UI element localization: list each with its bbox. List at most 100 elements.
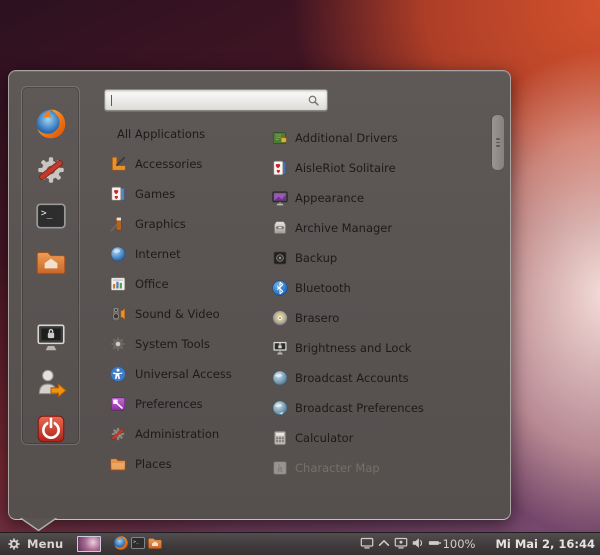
- menu-button-label: Menu: [27, 537, 64, 551]
- favorite-shutdown[interactable]: [33, 412, 69, 446]
- app-label: Bluetooth: [295, 281, 351, 295]
- bottom-panel: Menu >_ 100% Mi Mai 2, 16:44: [0, 532, 600, 555]
- category-label: Sound & Video: [135, 307, 220, 321]
- graphics-icon: [109, 215, 127, 233]
- category-preferences[interactable]: Preferences: [107, 389, 269, 419]
- preferences-icon: [109, 395, 127, 413]
- scrollbar-thumb[interactable]: [491, 114, 505, 171]
- category-label: Games: [135, 187, 176, 201]
- app-label: Brasero: [295, 311, 340, 325]
- favorite-home-folder[interactable]: [33, 245, 69, 279]
- chevron-up-icon: [377, 536, 391, 550]
- app-aisleriot-solitaire[interactable]: AisleRiot Solitaire: [269, 153, 495, 183]
- tray-battery[interactable]: [428, 536, 442, 553]
- category-games[interactable]: Games: [107, 179, 269, 209]
- tray-volume[interactable]: [411, 536, 425, 553]
- brightness-and-lock-icon: [271, 339, 289, 357]
- office-icon: [109, 275, 127, 293]
- category-accessories[interactable]: Accessories: [107, 149, 269, 179]
- svg-text:>_: >_: [40, 208, 52, 219]
- app-label: Archive Manager: [295, 221, 393, 235]
- desktop: >_ All Applications Accessories Games Graph…: [0, 0, 600, 555]
- app-calculator[interactable]: Calculator: [269, 423, 495, 453]
- app-label: Broadcast Accounts: [295, 371, 409, 385]
- accessories-icon: [109, 155, 127, 173]
- category-label: Graphics: [135, 217, 186, 231]
- category-universal-access[interactable]: Universal Access: [107, 359, 269, 389]
- home-folder-icon: [147, 535, 163, 551]
- search-icon: [307, 94, 320, 107]
- category-label: Universal Access: [135, 367, 232, 381]
- brasero-icon: [271, 309, 289, 327]
- app-label: Brightness and Lock: [295, 341, 412, 355]
- favorite-firefox[interactable]: [33, 107, 69, 141]
- terminal-icon: >_: [34, 199, 68, 233]
- app-label: Additional Drivers: [295, 131, 398, 145]
- category-label: Accessories: [135, 157, 203, 171]
- launcher-terminal[interactable]: >_: [130, 535, 146, 554]
- app-broadcast-accounts[interactable]: Broadcast Accounts: [269, 363, 495, 393]
- search-input[interactable]: [118, 92, 307, 108]
- home-folder-icon: [34, 245, 68, 279]
- application-list: Additional Drivers AisleRiot Solitaire App…: [269, 123, 495, 483]
- battery-percentage: 100%: [442, 537, 476, 551]
- firefox-icon: [113, 535, 129, 551]
- calculator-icon: [271, 429, 289, 447]
- system-tools-icon: [109, 335, 127, 353]
- app-brightness-and-lock[interactable]: Brightness and Lock: [269, 333, 495, 363]
- category-label: Office: [135, 277, 169, 291]
- app-bluetooth[interactable]: Bluetooth: [269, 273, 495, 303]
- window-thumbnail[interactable]: [77, 536, 102, 552]
- archive-manager-icon: [271, 219, 289, 237]
- category-all-applications[interactable]: All Applications: [107, 119, 269, 149]
- menu-button[interactable]: Menu: [0, 533, 67, 555]
- places-icon: [109, 455, 127, 473]
- menu-pointer-arrow: [20, 518, 57, 532]
- favorites-sidebar: >_: [21, 86, 80, 445]
- app-label: AisleRiot Solitaire: [295, 161, 396, 175]
- bluetooth-icon: [271, 279, 289, 297]
- gear-icon: [7, 537, 21, 551]
- favorite-system-settings[interactable]: [33, 153, 69, 187]
- category-office[interactable]: Office: [107, 269, 269, 299]
- launcher-firefox[interactable]: [113, 535, 129, 554]
- tray-remote-display[interactable]: [394, 536, 408, 553]
- favorite-terminal[interactable]: >_: [33, 199, 69, 233]
- app-label: Calculator: [295, 431, 354, 445]
- internet-icon: [109, 245, 127, 263]
- app-label: Backup: [295, 251, 338, 265]
- category-label: Preferences: [135, 397, 203, 411]
- app-broadcast-preferences[interactable]: Broadcast Preferences: [269, 393, 495, 423]
- tray-chevron-up[interactable]: [377, 536, 391, 553]
- svg-text:>_: >_: [134, 540, 140, 545]
- category-list: All Applications Accessories Games Graphics…: [107, 119, 269, 479]
- logout-icon: [34, 366, 68, 400]
- shutdown-icon: [34, 412, 68, 446]
- category-label: Administration: [135, 427, 220, 441]
- favorite-logout[interactable]: [33, 366, 69, 400]
- backup-icon: [271, 249, 289, 267]
- search-box: [104, 89, 328, 111]
- text-caret: [111, 94, 112, 106]
- app-backup[interactable]: Backup: [269, 243, 495, 273]
- battery-icon: [428, 536, 442, 550]
- app-additional-drivers[interactable]: Additional Drivers: [269, 123, 495, 153]
- tray-display[interactable]: [360, 536, 374, 553]
- app-label: Character Map: [295, 461, 380, 475]
- favorite-lock-screen[interactable]: [33, 320, 69, 354]
- category-label: System Tools: [135, 337, 210, 351]
- app-appearance[interactable]: Appearance: [269, 183, 495, 213]
- app-archive-manager[interactable]: Archive Manager: [269, 213, 495, 243]
- clock[interactable]: Mi Mai 2, 16:44: [495, 537, 595, 551]
- category-system-tools[interactable]: System Tools: [107, 329, 269, 359]
- category-label: Places: [135, 457, 172, 471]
- category-graphics[interactable]: Graphics: [107, 209, 269, 239]
- category-sound-video[interactable]: Sound & Video: [107, 299, 269, 329]
- appearance-icon: [271, 189, 289, 207]
- category-internet[interactable]: Internet: [107, 239, 269, 269]
- category-administration[interactable]: Administration: [107, 419, 269, 449]
- launcher-home-folder[interactable]: [147, 535, 163, 554]
- volume-icon: [411, 536, 425, 550]
- category-places[interactable]: Places: [107, 449, 269, 479]
- app-brasero[interactable]: Brasero: [269, 303, 495, 333]
